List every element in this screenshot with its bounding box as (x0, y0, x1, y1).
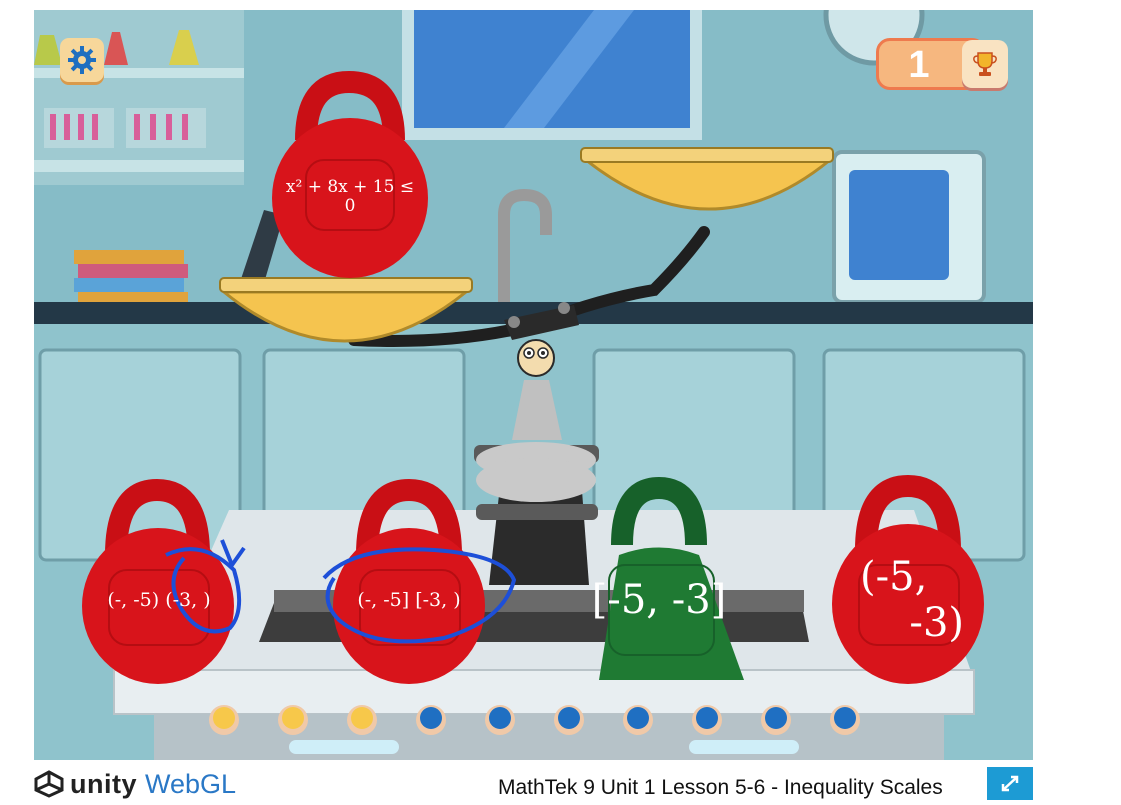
shelf-board-bottom (34, 160, 244, 172)
webgl-brand-text: WebGL (145, 768, 237, 799)
settings-button[interactable] (60, 38, 104, 82)
progress-dot-pending (834, 707, 856, 729)
player-footer: unity WebGL MathTek 9 Unit 1 Lesson 5-6 … (0, 760, 1121, 800)
progress-dot-pending (627, 707, 649, 729)
game-title: MathTek 9 Unit 1 Lesson 5-6 - Inequality… (498, 776, 943, 799)
progress-dot-complete (282, 707, 304, 729)
trophy-icon (973, 52, 997, 76)
progress-dot-complete (213, 707, 235, 729)
drawer-handle-left (289, 740, 399, 754)
progress-dot-pending (558, 707, 580, 729)
progress-dot-pending (765, 707, 787, 729)
left-shelf-backdrop (34, 10, 244, 185)
progress-dot-pending (489, 707, 511, 729)
right-pan-rim (580, 147, 834, 163)
lab-scene (34, 10, 1033, 760)
left-pan-rim (219, 277, 473, 293)
gear-icon (68, 46, 96, 74)
table-drawers (154, 714, 944, 760)
expand-icon (1001, 775, 1019, 792)
books-stack (74, 250, 188, 304)
unity-brand-text: unity (70, 768, 137, 799)
unity-webgl-logo: unity WebGL (34, 768, 236, 800)
progress-dot-pending (696, 707, 718, 729)
trophy-button[interactable] (962, 40, 1008, 88)
drawer-handle-right (689, 740, 799, 754)
game-canvas[interactable]: x² + 8x + 15 ≤ 0 (-, -5) (-3, ) (-, -5] … (34, 10, 1033, 760)
scale-bulb (476, 458, 596, 502)
progress-dot-pending (420, 707, 442, 729)
unity-logo-icon (34, 770, 64, 798)
microwave-window (849, 170, 949, 280)
scale-collar-top (476, 504, 598, 520)
score-value: 1 (908, 44, 930, 86)
fullscreen-button[interactable] (987, 767, 1033, 800)
scale-face (517, 339, 555, 377)
progress-dot-complete (351, 707, 373, 729)
